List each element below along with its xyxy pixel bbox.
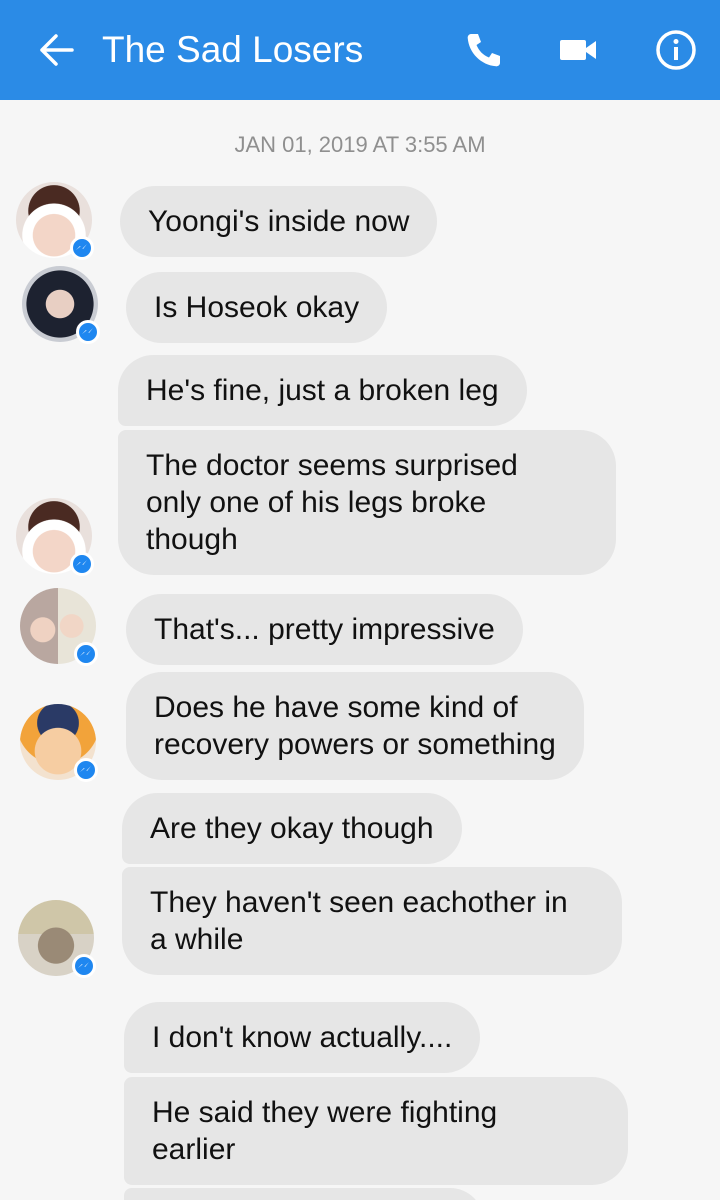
message-bubble[interactable]: Does he have some kind of recovery power… [126, 672, 584, 780]
message-bubble[interactable]: He said they were fighting earlier [124, 1077, 628, 1185]
message-line: That's... pretty impressive [154, 613, 495, 646]
participant-avatar[interactable] [18, 900, 96, 978]
message-line: a while [150, 923, 244, 956]
message-bubble[interactable]: I don't know actually.... [124, 1002, 481, 1073]
message-line: I don't know actually.... [152, 1021, 453, 1054]
message-line: He's fine, just a broken leg [146, 374, 499, 407]
message-line: Is Hoseok okay [154, 291, 360, 324]
messenger-badge-icon [74, 758, 98, 782]
message-line: earlier [152, 1133, 236, 1166]
back-arrow-icon[interactable] [36, 30, 76, 70]
messenger-badge-icon [72, 954, 96, 978]
info-icon[interactable] [654, 28, 698, 72]
message-bubble[interactable]: Are they okay though [122, 793, 462, 864]
messenger-badge-icon [74, 642, 98, 666]
participant-avatar[interactable] [20, 588, 98, 666]
conversation-timestamp: JAN 01, 2019 AT 3:55 AM [234, 132, 486, 157]
message-bubble[interactable]: He's fine, just a broken leg [118, 355, 527, 426]
message-bubble[interactable]: Is Hoseok okay [126, 272, 388, 343]
conversation-title[interactable]: The Sad Losers [102, 26, 363, 74]
messenger-badge-icon [70, 236, 94, 260]
phone-icon[interactable] [462, 28, 506, 72]
message-line: Are they okay though [150, 812, 434, 845]
participant-avatar[interactable] [20, 704, 98, 782]
message-bubble-partial[interactable] [124, 1188, 484, 1200]
message-line: only one of his legs broke [146, 486, 487, 519]
message-line: He said they were fighting [152, 1096, 498, 1129]
message-line: They haven't seen eachother in [150, 886, 568, 919]
message-line: though [146, 523, 238, 556]
participant-avatar[interactable] [22, 266, 100, 344]
message-line: recovery powers or something [154, 728, 556, 761]
participant-avatar[interactable] [16, 498, 94, 576]
message-bubble[interactable]: That's... pretty impressive [126, 594, 523, 665]
participant-avatar[interactable] [16, 182, 94, 260]
message-bubble[interactable]: Yoongi's inside now [120, 186, 438, 257]
messenger-badge-icon [70, 552, 94, 576]
video-camera-icon[interactable] [556, 28, 600, 72]
message-line: Does he have some kind of [154, 691, 518, 724]
message-line: Yoongi's inside now [148, 205, 410, 238]
chat-header: The Sad Losers [0, 0, 720, 100]
message-line: The doctor seems surprised [146, 449, 518, 482]
messenger-badge-icon [76, 320, 100, 344]
message-bubble[interactable]: The doctor seems surprised only one of h… [118, 430, 616, 575]
message-bubble[interactable]: They haven't seen eachother in a while [122, 867, 622, 975]
